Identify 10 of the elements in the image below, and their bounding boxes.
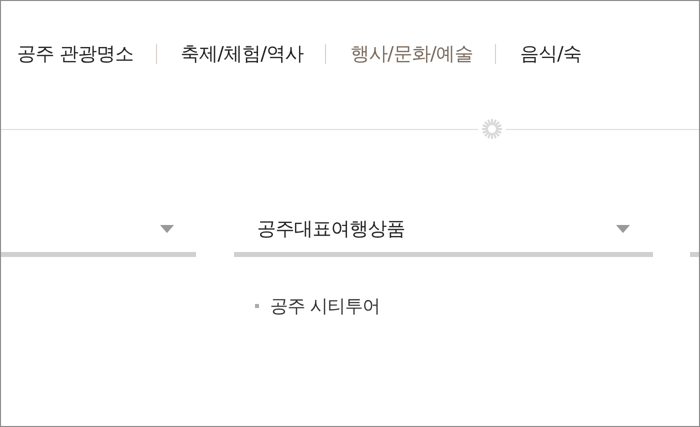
nav-tab[interactable]: 공주 관광명소 [17, 41, 134, 67]
dropdown[interactable]: 공주대표여행상품 [234, 205, 653, 257]
caret-icon [616, 224, 630, 232]
caret-icon [160, 224, 174, 232]
bullet-icon [255, 304, 259, 308]
submenu-link[interactable]: 공주 시티투어 [270, 294, 380, 318]
nav-tab[interactable]: 음식/숙 [520, 41, 582, 67]
nav-tab[interactable]: 축제/체험/역사 [180, 41, 304, 67]
nav-tab[interactable]: 행사/문화/예술 [350, 41, 474, 67]
loading-spinner-icon [480, 117, 504, 141]
